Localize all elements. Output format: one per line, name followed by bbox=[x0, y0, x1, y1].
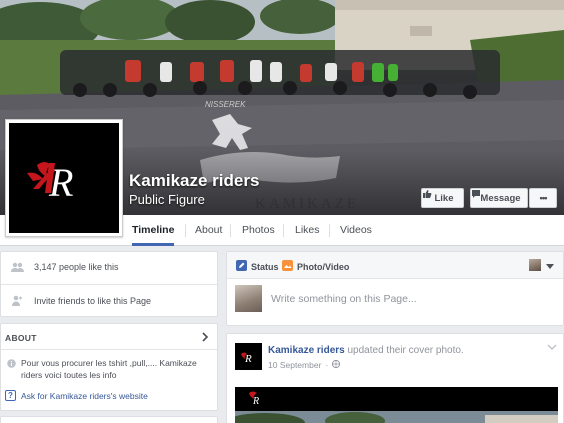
tab-separator bbox=[283, 224, 284, 237]
story-date[interactable]: 10 September bbox=[268, 360, 321, 370]
tab-separator bbox=[230, 224, 231, 237]
more-options-button[interactable]: ••• bbox=[529, 188, 557, 208]
divider bbox=[1, 284, 217, 285]
tab-likes[interactable]: Likes bbox=[295, 215, 320, 246]
composer-tabs: Status Photo/Video bbox=[227, 252, 563, 279]
page-name[interactable]: Kamikaze riders bbox=[129, 171, 259, 191]
message-button[interactable]: Message bbox=[470, 188, 528, 208]
likes-card: 3,147 people like this Invite friends to… bbox=[0, 251, 218, 317]
post-composer: Status Photo/Video Write something on th… bbox=[226, 251, 564, 326]
svg-text:R: R bbox=[48, 160, 73, 205]
tab-photos[interactable]: Photos bbox=[242, 215, 275, 246]
composer-avatar bbox=[235, 285, 262, 312]
page-category[interactable]: Public Figure bbox=[129, 192, 205, 207]
photo-icon bbox=[282, 260, 293, 273]
tab-videos[interactable]: Videos bbox=[340, 215, 372, 246]
composer-status-tab[interactable]: Status bbox=[236, 260, 279, 273]
chevron-right-icon[interactable] bbox=[202, 332, 209, 344]
invite-friends-row[interactable]: Invite friends to like this Page bbox=[9, 295, 151, 306]
story-date-separator: · bbox=[325, 360, 329, 370]
status-pencil-icon bbox=[236, 260, 247, 273]
svg-text:R: R bbox=[244, 353, 252, 365]
likes-row[interactable]: 3,147 people like this bbox=[9, 262, 119, 272]
story-cover-image[interactable]: R bbox=[235, 387, 558, 423]
invite-friends-text: Invite friends to like this Page bbox=[34, 295, 152, 306]
like-button-label: Like bbox=[434, 192, 454, 204]
story-action: updated their cover photo. bbox=[347, 345, 464, 356]
like-button[interactable]: Like bbox=[421, 188, 464, 208]
profile-picture[interactable]: R bbox=[5, 119, 123, 237]
message-button-label: Message bbox=[480, 192, 521, 204]
timeline-story: R Kamikaze riders updated their cover ph… bbox=[226, 333, 564, 423]
composer-photo-tab[interactable]: Photo/Video bbox=[282, 260, 349, 273]
kr-logo: R bbox=[9, 123, 119, 233]
tab-separator bbox=[185, 224, 186, 237]
page-voice-avatar[interactable] bbox=[529, 259, 541, 271]
svg-text:R: R bbox=[252, 396, 259, 407]
story-author-avatar[interactable]: R bbox=[235, 343, 262, 370]
about-header-label: ABOUT bbox=[5, 333, 37, 343]
globe-icon bbox=[332, 359, 341, 370]
next-card-edge bbox=[0, 416, 218, 423]
info-icon bbox=[7, 359, 16, 371]
photo-video-label: Photo/Video bbox=[297, 261, 350, 272]
about-card: ABOUT Pour vous procurer les tshirt ,pul… bbox=[0, 323, 218, 411]
question-icon: ? bbox=[5, 390, 16, 401]
cover-kamikaze-text: KAMIKAZE bbox=[255, 196, 359, 212]
tab-about[interactable]: About bbox=[195, 215, 222, 246]
ask-website-link[interactable]: Ask for Kamikaze riders's website bbox=[21, 391, 148, 401]
tab-separator bbox=[329, 224, 330, 237]
story-options-chevron-icon[interactable] bbox=[547, 341, 557, 353]
composer-input[interactable]: Write something on this Page... bbox=[271, 293, 417, 305]
more-options-label: ••• bbox=[539, 192, 548, 204]
chevron-down-icon[interactable] bbox=[546, 261, 554, 273]
people-icon bbox=[9, 262, 25, 272]
status-label: Status bbox=[251, 261, 279, 272]
likes-count-text: 3,147 people like this bbox=[34, 262, 119, 272]
about-description: Pour vous procurer les tshirt ,pull,....… bbox=[21, 358, 197, 380]
invite-icon bbox=[9, 295, 25, 306]
about-header[interactable]: ABOUT bbox=[1, 324, 217, 350]
story-meta: 10 September · bbox=[268, 359, 341, 370]
story-headline: Kamikaze riders updated their cover phot… bbox=[268, 345, 464, 356]
tab-timeline[interactable]: Timeline bbox=[132, 215, 175, 246]
story-author-link[interactable]: Kamikaze riders bbox=[268, 345, 345, 356]
